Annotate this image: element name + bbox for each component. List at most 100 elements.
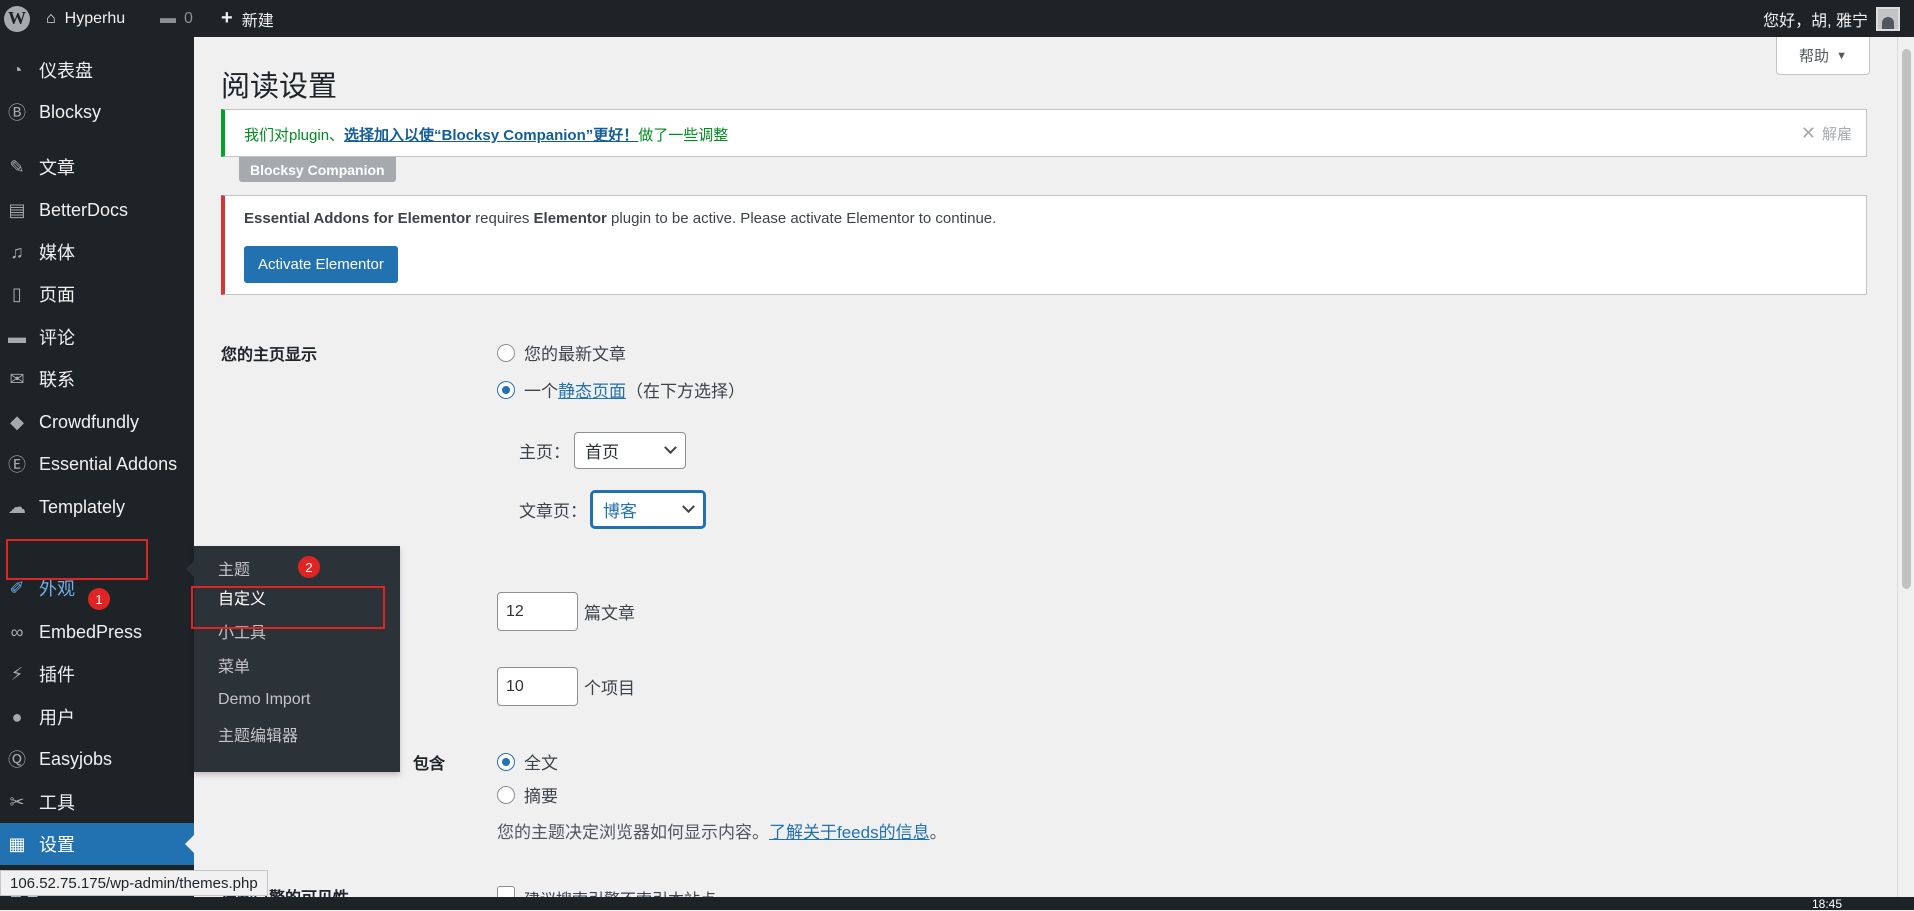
sidebar-item-betterdocs[interactable]: ▤ BetterDocs	[0, 189, 194, 231]
description-text: 您的主题决定浏览器如何显示内容。	[497, 823, 769, 842]
comment-bubble-icon: ▬	[160, 9, 176, 27]
plugin-icon: ⚡	[10, 663, 24, 684]
help-label: 帮助	[1799, 48, 1830, 65]
description-text: 。	[929, 823, 947, 842]
posts-page-select[interactable]: 博客	[591, 491, 705, 528]
new-content-link[interactable]: + 新建	[221, 0, 274, 37]
activate-elementor-button[interactable]: Activate Elementor	[244, 246, 398, 283]
sidebar-item-label: Templately	[39, 496, 126, 517]
radio-label: 全文	[524, 754, 558, 773]
opt-in-link[interactable]: 选择加入以使“Blocksy Companion”更好！	[344, 127, 638, 144]
close-icon: ✕	[1800, 123, 1816, 143]
embedpress-icon: ∞	[10, 621, 24, 642]
docs-icon: ▤	[8, 199, 26, 220]
sidebar-item-settings[interactable]: ▦ 设置	[0, 823, 194, 865]
sidebar-item-essential-addons[interactable]: Ⓔ Essential Addons	[0, 443, 194, 485]
avatar	[1876, 6, 1900, 31]
scrollbar-thumb[interactable]	[1902, 49, 1911, 589]
sidebar-item-label: 插件	[39, 665, 75, 685]
sidebar-item-users[interactable]: ● 用户	[0, 696, 194, 738]
posts-page-label: 文章页：	[519, 502, 587, 521]
sidebar-item-label: Blocksy	[39, 101, 102, 122]
sidebar-item-label: 工具	[39, 793, 75, 813]
sidebar-item-label: 设置	[39, 835, 75, 855]
radio-label: 一个	[524, 382, 558, 401]
site-name-link[interactable]: ⌂ Hyperhu	[46, 0, 125, 37]
sidebar-item-label: Essential Addons	[39, 453, 178, 474]
page-title: 阅读设置	[221, 71, 338, 103]
radio-static-page[interactable]	[497, 380, 515, 399]
blocksy-companion-tag: Blocksy Companion	[239, 157, 396, 182]
posts-page-row: 文章页： 博客	[519, 491, 705, 528]
radio-latest-posts[interactable]	[497, 343, 515, 362]
appearance-icon: ✐	[9, 577, 25, 598]
user-greeting: 您好，胡, 雅宁	[1763, 12, 1868, 30]
mail-icon: ✉	[9, 368, 25, 389]
feed-items-suffix: 个项目	[584, 679, 635, 698]
annotation-box-appearance	[6, 539, 148, 580]
user-icon: ●	[11, 706, 23, 727]
dismiss-button[interactable]: ✕ 解雇	[1801, 123, 1852, 144]
radio-label: 摘要	[524, 787, 558, 806]
radio-option-latest-posts[interactable]: 您的最新文章	[497, 340, 626, 365]
site-name-label: Hyperhu	[64, 9, 126, 27]
radio-option-static-page[interactable]: 一个静态页面（在下方选择）	[497, 377, 745, 402]
sidebar-item-easyjobs[interactable]: Ⓠ Easyjobs	[0, 738, 194, 780]
sidebar-item-pages[interactable]: ▯ 页面	[0, 273, 194, 315]
sidebar-item-templately[interactable]: ☁ Templately	[0, 486, 194, 528]
wordpress-logo-icon[interactable]: W	[4, 0, 30, 37]
sidebar-item-dashboard[interactable]: ◔ 仪表盘	[0, 49, 194, 91]
sidebar-item-posts[interactable]: ✎ 文章	[0, 146, 194, 188]
user-account-menu[interactable]: 您好，胡, 雅宁	[1763, 0, 1900, 37]
posts-per-page-row: 12 篇文章	[497, 592, 635, 631]
static-page-link[interactable]: 静态页面	[558, 382, 626, 401]
dismiss-label: 解雇	[1821, 126, 1852, 143]
radio-option-summary[interactable]: 摘要	[497, 782, 558, 807]
sidebar-item-label: 页面	[39, 285, 75, 305]
posts-per-page-input[interactable]: 12	[497, 592, 578, 631]
notice-text: 做了一些调整	[638, 127, 729, 144]
sidebar-item-label: 文章	[39, 158, 75, 178]
help-button[interactable]: 帮助 ▼	[1776, 37, 1870, 75]
radio-full-text[interactable]	[497, 752, 515, 771]
select-value: 博客	[603, 502, 637, 521]
page-scrollbar[interactable]	[1897, 37, 1914, 910]
error-notice-message: Essential Addons for Elementor requires …	[244, 210, 996, 227]
notice-text: plugin to be active. Please activate Ele…	[606, 210, 997, 227]
notice-text: 我们对plugin、	[244, 127, 345, 144]
new-label: 新建	[241, 12, 274, 30]
comments-link[interactable]: ▬ 0	[160, 0, 193, 37]
sidebar-item-crowdfundly[interactable]: ◆ Crowdfundly	[0, 401, 194, 443]
sidebar-item-media[interactable]: ♫ 媒体	[0, 231, 194, 273]
posts-per-page-suffix: 篇文章	[584, 604, 635, 623]
sidebar-item-embedpress[interactable]: ∞ EmbedPress	[0, 611, 194, 653]
comment-icon: ▬	[8, 326, 26, 347]
templately-icon: ☁	[8, 496, 26, 517]
notice-text: requires	[471, 210, 534, 227]
easyjobs-icon: Ⓠ	[8, 750, 26, 770]
success-notice-message: 我们对plugin、选择加入以使“Blocksy Companion”更好！做了…	[244, 124, 728, 145]
feeds-info-link[interactable]: 了解关于feeds的信息	[769, 823, 930, 842]
sidebar-item-label: 媒体	[39, 243, 75, 263]
front-page-label: 主页：	[519, 443, 570, 462]
sidebar-item-plugins[interactable]: ⚡ 插件	[0, 653, 194, 695]
feed-items-input[interactable]: 10	[497, 667, 578, 706]
select-value: 首页	[585, 443, 619, 462]
radio-option-full-text[interactable]: 全文	[497, 749, 558, 774]
sidebar-item-label: 联系	[39, 370, 75, 390]
front-page-select[interactable]: 首页	[574, 432, 686, 469]
sidebar-item-blocksy[interactable]: Ⓑ Blocksy	[0, 91, 194, 133]
pin-icon: ✎	[9, 156, 25, 177]
ea-icon: Ⓔ	[8, 455, 26, 475]
sidebar-item-tools[interactable]: ✂ 工具	[0, 781, 194, 823]
sidebar-item-comments[interactable]: ▬ 评论	[0, 316, 194, 358]
sidebar-item-contact[interactable]: ✉ 联系	[0, 358, 194, 400]
sidebar-item-label: EmbedPress	[39, 621, 143, 642]
feed-content-label: 包含	[413, 756, 446, 773]
homepage-display-label: 您的主页显示	[221, 347, 318, 364]
dashboard-icon: ◔	[11, 59, 23, 80]
admin-sidebar: ◔ 仪表盘 Ⓑ Blocksy ✎ 文章 ▤ BetterDocs ♫ 媒体 ▯ 页面 ▬ 评…	[0, 37, 194, 910]
chevron-down-icon	[682, 500, 695, 514]
chevron-down-icon	[664, 441, 677, 455]
radio-summary[interactable]	[497, 785, 515, 804]
